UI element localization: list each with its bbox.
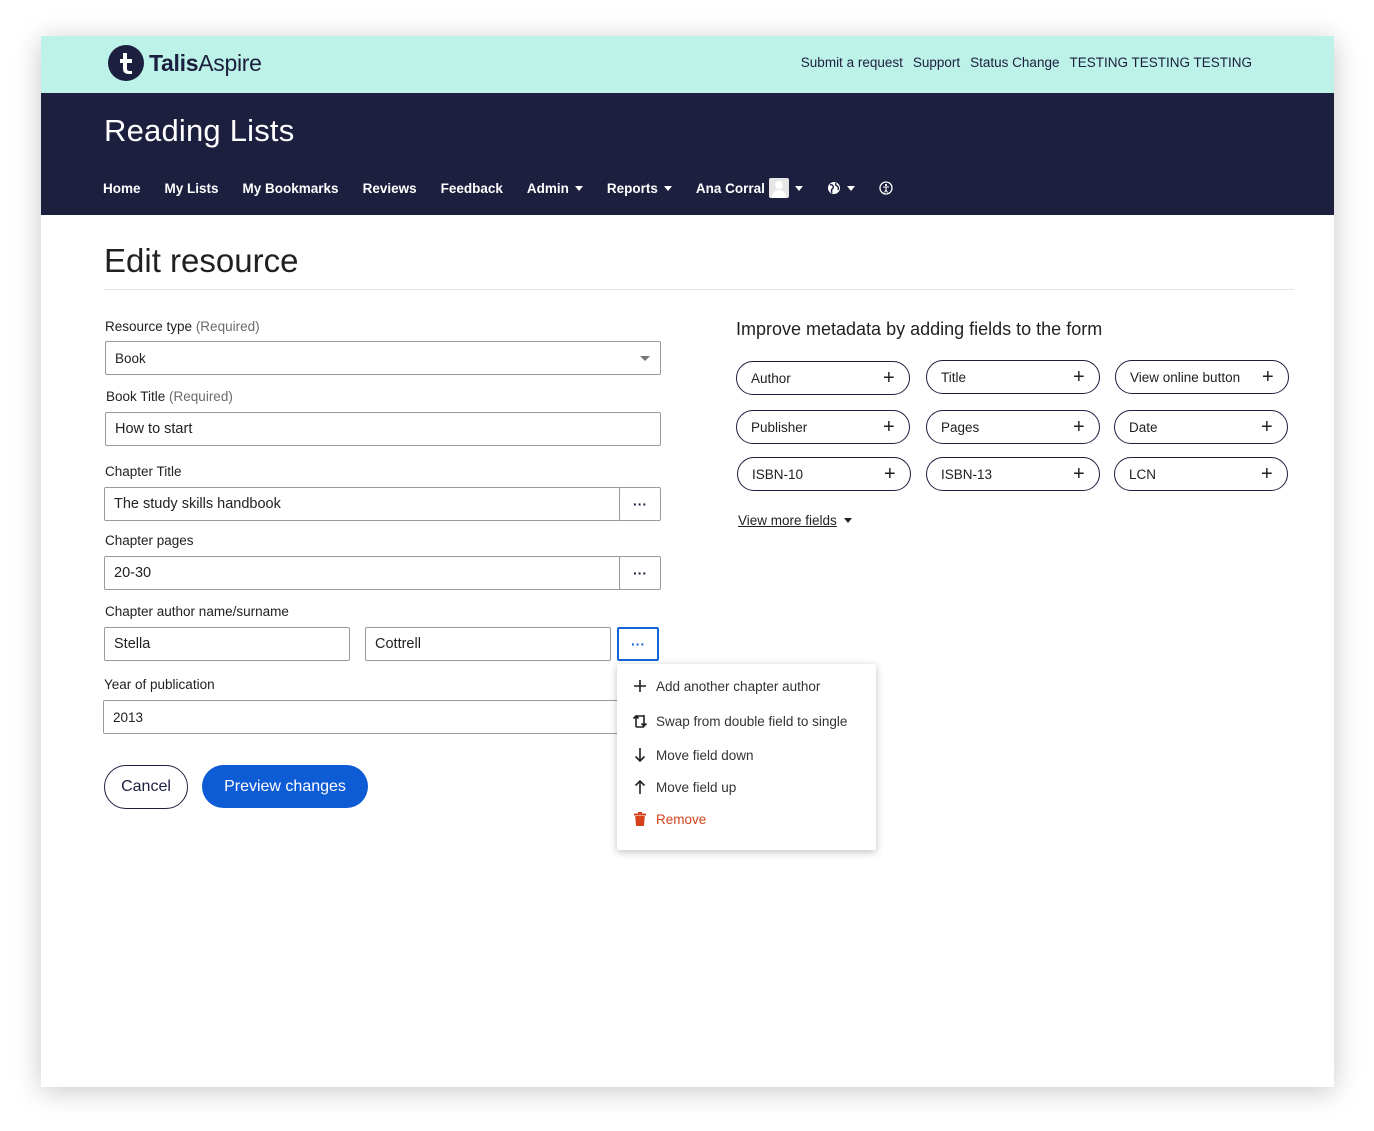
plus-icon: + [1073, 463, 1085, 485]
resource-type-select[interactable]: Book [105, 341, 661, 375]
chapter-pages-more-button[interactable]: ··· [619, 556, 661, 590]
chapter-title-input[interactable]: The study skills handbook [104, 487, 621, 521]
add-publisher-field-button[interactable]: Publisher + [736, 410, 910, 444]
chapter-author-label: Chapter author name/surname [105, 604, 289, 619]
menu-item-swap-field[interactable]: Swap from double field to single [631, 712, 847, 730]
nav-reports[interactable]: Reports [607, 181, 672, 196]
testing-link[interactable]: TESTING TESTING TESTING [1069, 55, 1252, 70]
nav-reviews[interactable]: Reviews [363, 181, 417, 196]
plus-icon: + [1261, 463, 1273, 485]
nav-language-menu[interactable] [827, 181, 855, 195]
chapter-title-more-button[interactable]: ··· [619, 487, 661, 521]
view-more-fields-link[interactable]: View more fields [738, 513, 852, 528]
nav-accessibility[interactable] [879, 181, 893, 195]
main-nav: Home My Lists My Bookmarks Reviews Feedb… [103, 178, 917, 198]
menu-item-remove[interactable]: Remove [631, 810, 706, 828]
book-title-input[interactable]: How to start [105, 412, 661, 446]
nav-home[interactable]: Home [103, 181, 141, 196]
resource-type-label: Resource type (Required) [105, 319, 260, 334]
arrow-down-icon [631, 746, 649, 764]
brand-name-regular: Aspire [198, 49, 262, 76]
top-links: Submit a request Support Status Change T… [801, 55, 1252, 70]
talis-logo-icon [108, 45, 144, 81]
arrow-up-icon [631, 778, 649, 796]
plus-icon: + [1073, 416, 1085, 438]
year-input[interactable]: 2013 [103, 700, 661, 734]
accessibility-icon [879, 181, 893, 195]
page-title: Edit resource [104, 242, 299, 279]
top-bar: TalisAspire Submit a request Support Sta… [41, 36, 1334, 93]
title-divider [104, 289, 1294, 290]
support-link[interactable]: Support [913, 55, 960, 70]
metadata-heading: Improve metadata by adding fields to the… [736, 319, 1103, 339]
chevron-down-icon [574, 185, 583, 191]
nav-reports-label: Reports [606, 180, 658, 196]
nav-feedback[interactable]: Feedback [441, 181, 503, 196]
chevron-down-icon [843, 518, 852, 523]
add-title-field-button[interactable]: Title + [926, 360, 1100, 394]
main-header: Reading Lists Home My Lists My Bookmarks… [41, 93, 1334, 215]
nav-my-lists[interactable]: My Lists [165, 181, 219, 196]
add-author-field-button[interactable]: Author + [736, 361, 910, 395]
app-title[interactable]: Reading Lists [104, 113, 294, 149]
swap-icon [631, 712, 649, 730]
select-caret-icon [640, 356, 650, 361]
status-change-link[interactable]: Status Change [970, 55, 1059, 70]
submit-request-link[interactable]: Submit a request [801, 55, 903, 70]
plus-icon: + [1262, 366, 1274, 388]
author-surname-input[interactable]: Cottrell [365, 627, 611, 661]
nav-admin[interactable]: Admin [527, 181, 583, 196]
nav-my-bookmarks[interactable]: My Bookmarks [243, 181, 339, 196]
plus-icon: + [883, 416, 895, 438]
plus-icon: + [1073, 366, 1085, 388]
plus-icon: + [884, 463, 896, 485]
book-title-label: Book Title (Required) [106, 389, 233, 404]
globe-icon [827, 182, 840, 194]
brand-name-bold: Talis [149, 49, 199, 76]
trash-icon [631, 810, 649, 828]
talis-aspire-logo[interactable]: TalisAspire [108, 45, 262, 81]
chapter-title-label: Chapter Title [105, 464, 182, 479]
chevron-down-icon [663, 185, 672, 191]
user-name: Ana Corral [695, 180, 765, 196]
chapter-pages-input[interactable]: 20-30 [104, 556, 621, 590]
nav-admin-label: Admin [526, 180, 569, 196]
chapter-pages-label: Chapter pages [105, 533, 194, 548]
avatar [768, 178, 789, 198]
chapter-author-more-button[interactable]: ··· [617, 627, 659, 661]
menu-item-add-author[interactable]: Add another chapter author [631, 677, 820, 695]
menu-item-move-down[interactable]: Move field down [631, 746, 754, 764]
year-label: Year of publication [104, 677, 215, 692]
chevron-down-icon [794, 185, 803, 191]
add-pages-field-button[interactable]: Pages + [926, 410, 1100, 444]
chevron-down-icon [846, 185, 855, 191]
add-lcn-field-button[interactable]: LCN + [1114, 457, 1288, 491]
add-isbn10-field-button[interactable]: ISBN-10 + [737, 457, 911, 491]
nav-user-menu[interactable]: Ana Corral [696, 178, 803, 198]
plus-icon: + [1261, 416, 1273, 438]
field-options-menu: Add another chapter author Swap from dou… [617, 664, 876, 850]
add-date-field-button[interactable]: Date + [1114, 410, 1288, 444]
plus-icon: + [883, 367, 895, 389]
app-window: TalisAspire Submit a request Support Sta… [41, 36, 1334, 1087]
plus-icon [631, 677, 649, 695]
add-view-online-field-button[interactable]: View online button + [1115, 360, 1289, 394]
resource-type-value: Book [115, 350, 146, 366]
add-isbn13-field-button[interactable]: ISBN-13 + [926, 457, 1100, 491]
preview-changes-button[interactable]: Preview changes [202, 765, 368, 808]
cancel-button[interactable]: Cancel [104, 765, 188, 809]
author-first-name-input[interactable]: Stella [104, 627, 350, 661]
menu-item-move-up[interactable]: Move field up [631, 778, 736, 796]
